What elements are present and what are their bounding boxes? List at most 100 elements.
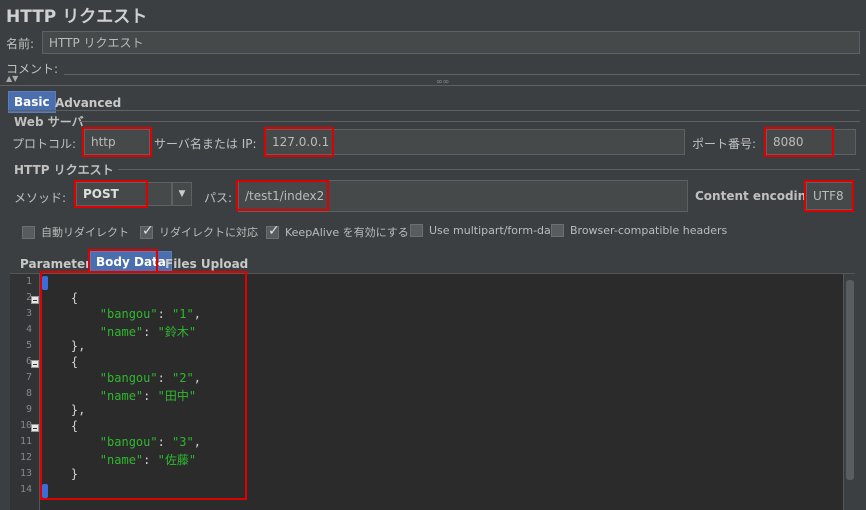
method-select[interactable]: POST [76, 182, 172, 206]
scrollbar-thumb[interactable] [846, 280, 854, 480]
name-input[interactable]: HTTP リクエスト [42, 31, 860, 54]
code-line: "name": "鈴木" [42, 323, 196, 340]
code-line: { [42, 419, 78, 433]
line-number: 11 [19, 436, 32, 447]
line-number: 1 [25, 276, 32, 287]
code-token: }, [70, 339, 86, 353]
encoding-label: Content encoding: [695, 189, 820, 203]
collapse-arrows-icon[interactable]: ▲▼ [6, 74, 18, 83]
http-request-section-title: HTTP リクエスト [14, 163, 114, 177]
line-number: 13 [19, 468, 32, 479]
code-line: { [42, 291, 78, 305]
line-number: 4 [25, 324, 32, 335]
checkbox-icon[interactable] [22, 225, 35, 239]
code-token: { [70, 291, 79, 305]
line-number: 12 [19, 452, 32, 463]
code-token: : [143, 389, 158, 403]
code-string: "name" [99, 453, 144, 467]
code-token: : [143, 453, 158, 467]
text-cursor [42, 276, 48, 290]
code-string: "鈴木" [157, 325, 197, 339]
comment-input[interactable] [64, 58, 860, 75]
option-multipart[interactable]: Use multipart/form-data [410, 224, 562, 237]
code-line: "bangou": "1", [42, 307, 201, 321]
option-auto-redirect[interactable]: 自動リダイレクト [22, 224, 129, 240]
vertical-scrollbar[interactable] [843, 274, 855, 510]
name-label: 名前: [6, 37, 35, 51]
option-label: Use multipart/form-data [429, 224, 562, 237]
web-server-section-title: Web サーバ [14, 115, 84, 129]
fold-collapse-icon[interactable] [31, 424, 39, 432]
code-string: "3" [172, 435, 194, 449]
code-token: } [70, 467, 79, 481]
method-label: メソッド: [14, 191, 67, 205]
line-number: 5 [25, 340, 32, 351]
code-string: "name" [99, 325, 144, 339]
protocol-label: プロトコル: [12, 137, 77, 151]
text-cursor [42, 484, 48, 498]
server-input[interactable]: 127.0.0.1 [265, 129, 685, 155]
code-string: "bangou" [99, 371, 158, 385]
encoding-input[interactable]: UTF8 [806, 182, 854, 210]
checkbox-checked-icon[interactable] [140, 223, 154, 239]
code-token: , [193, 307, 201, 321]
port-input[interactable]: 8080 [766, 129, 856, 155]
option-label: 自動リダイレクト [41, 226, 129, 239]
code-string: "佐藤" [157, 453, 197, 467]
code-string: "1" [172, 307, 194, 321]
path-label: パス: [204, 191, 233, 205]
option-label: リダイレクトに対応 [159, 226, 258, 239]
code-string: "name" [99, 389, 144, 403]
code-token: : [157, 435, 173, 449]
line-number: 2 [25, 292, 32, 303]
line-number: 3 [25, 308, 32, 319]
body-data-editor[interactable]: 12 {3 "bangou": "1", 4 "name": "鈴木" 5 }, 6 … [10, 273, 855, 510]
code-line: "bangou": "2", [42, 371, 201, 385]
code-line: }, [42, 403, 85, 417]
code-token: }, [70, 403, 86, 417]
option-browser-compatible[interactable]: Browser-compatible headers [551, 224, 727, 237]
code-token: , [193, 371, 201, 385]
checkbox-checked-icon[interactable] [266, 223, 280, 239]
option-follow-redirect[interactable]: リダイレクトに対応 [140, 223, 258, 240]
fold-collapse-icon[interactable] [31, 296, 39, 304]
option-label: Browser-compatible headers [570, 224, 728, 237]
code-string: "bangou" [99, 307, 158, 321]
code-string: "田中" [157, 389, 197, 403]
fold-collapse-icon[interactable] [31, 360, 39, 368]
code-line: "name": "佐藤" [42, 451, 196, 468]
protocol-input[interactable]: http [84, 129, 150, 155]
option-keepalive[interactable]: KeepAlive を有効にする [266, 223, 409, 240]
option-label: KeepAlive を有効にする [285, 226, 409, 239]
path-input[interactable]: /test1/index2 [238, 180, 688, 212]
code-string: "bangou" [99, 435, 158, 449]
code-token: : [157, 371, 173, 385]
port-label: ポート番号: [692, 137, 757, 151]
code-token: : [157, 307, 173, 321]
code-line: "name": "田中" [42, 387, 196, 404]
chevron-down-icon[interactable]: ▼ [172, 182, 192, 206]
web-server-divider [80, 121, 860, 122]
code-string: "2" [172, 371, 194, 385]
line-number: 6 [25, 356, 32, 367]
tab-files-upload[interactable]: Files Upload [160, 254, 253, 274]
tab-underline [8, 110, 860, 111]
checkbox-icon[interactable] [551, 224, 564, 237]
server-label: サーバ名または IP: [154, 137, 257, 151]
checkbox-icon[interactable] [410, 224, 423, 237]
http-request-divider [118, 169, 860, 170]
code-token: : [143, 325, 158, 339]
splitter-line [0, 85, 866, 86]
